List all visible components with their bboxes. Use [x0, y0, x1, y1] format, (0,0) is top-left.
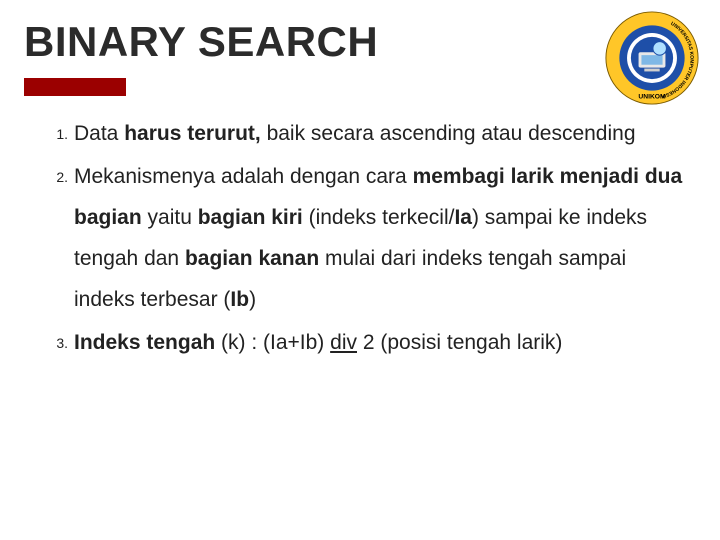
- text-run: bagian kanan: [185, 247, 319, 270]
- list-item: 2.Mekanismenya adalah dengan cara membag…: [74, 157, 684, 321]
- text-run: (indeks terkecil/: [303, 206, 455, 229]
- text-run: ): [249, 288, 256, 311]
- text-run: Ib: [230, 288, 249, 311]
- text-run: (k) : (Ia+Ib): [215, 331, 330, 354]
- list-text: Data harus terurut, baik secara ascendin…: [74, 114, 684, 155]
- text-run: ascending: [380, 122, 482, 145]
- text-run: Ia: [454, 206, 472, 229]
- list-number: 2.: [38, 157, 68, 191]
- text-run: harus terurut,: [124, 122, 261, 145]
- text-run: bagian kiri: [198, 206, 303, 229]
- list-number: 3.: [38, 323, 68, 357]
- list-number: 1.: [38, 114, 68, 148]
- text-run: Data: [74, 122, 124, 145]
- list-text: Mekanismenya adalah dengan cara membagi …: [74, 157, 684, 321]
- content-list: 1.Data harus terurut, baik secara ascend…: [0, 96, 720, 364]
- svg-text:UNIKOM: UNIKOM: [638, 93, 666, 100]
- accent-bar: [24, 78, 126, 96]
- list-item: 3. Indeks tengah (k) : (Ia+Ib) div 2 (po…: [74, 323, 684, 364]
- text-run: Mekanismenya adalah dengan cara: [74, 165, 413, 188]
- text-run: div: [330, 331, 357, 354]
- text-run: baik secara: [261, 122, 380, 145]
- text-run: Indeks tengah: [74, 331, 215, 354]
- university-logo-icon: UNIVERSITAS KOMPUTER INDONESIA UNIKOM: [604, 10, 700, 106]
- list-item: 1.Data harus terurut, baik secara ascend…: [74, 114, 684, 155]
- text-run: 2 (posisi tengah larik): [357, 331, 562, 354]
- text-run: yaitu: [142, 206, 198, 229]
- list-text: Indeks tengah (k) : (Ia+Ib) div 2 (posis…: [74, 323, 684, 364]
- text-run: descending: [528, 122, 635, 145]
- slide: BINARY SEARCH UNIVERSITAS KOMPUTER INDON…: [0, 0, 720, 540]
- text-run: atau: [481, 122, 528, 145]
